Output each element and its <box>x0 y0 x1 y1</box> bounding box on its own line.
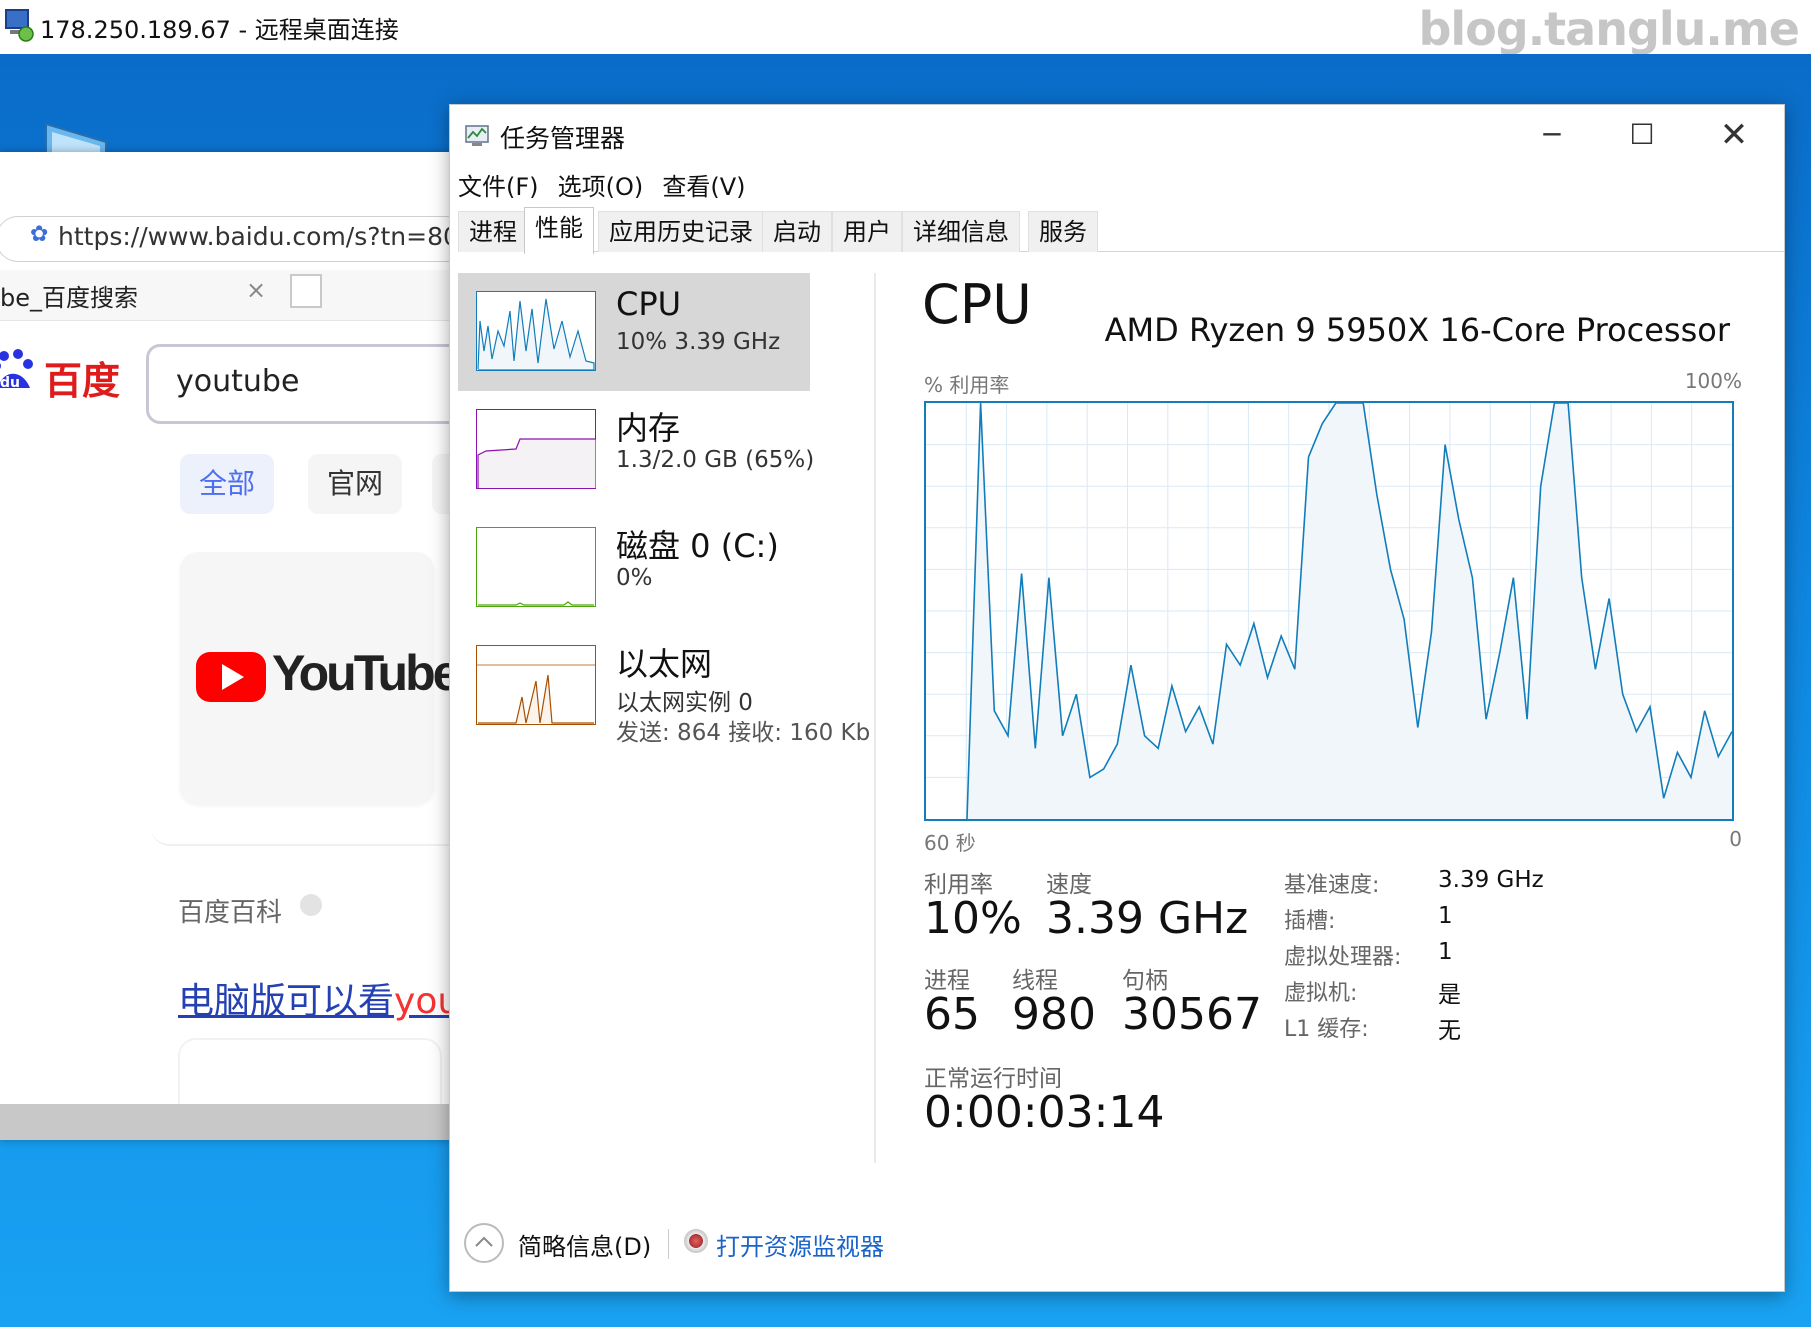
tab-performance[interactable]: 性能 <box>524 207 594 254</box>
menu-bar: 文件(F) 选项(O) 查看(V) <box>458 167 760 207</box>
tab-bar: 进程 性能 应用历史记录 启动 用户 详细信息 服务 <box>458 207 1784 254</box>
watermark: blog.tanglu.me <box>1418 2 1800 56</box>
cpu-name: CPU <box>616 285 682 323</box>
rdp-title-bar: 178.250.189.67 - 远程桌面连接 blog.tanglu.me <box>0 0 1811 56</box>
remote-desktop-icon <box>5 9 34 42</box>
window-title: 任务管理器 <box>500 124 626 153</box>
cpu-thumbnail <box>476 291 596 371</box>
cpu-summary: 10% 3.39 GHz <box>616 329 781 355</box>
horizontal-scrollbar[interactable] <box>0 1104 452 1140</box>
ethernet-name: 以太网 <box>616 645 713 683</box>
resource-cpu[interactable]: CPU 10% 3.39 GHz <box>458 273 810 391</box>
memory-summary: 1.3/2.0 GB (65%) <box>616 447 815 473</box>
uptime-value: 0:00:03:14 <box>924 1087 1165 1138</box>
minimize-button[interactable]: ─ <box>1522 113 1582 157</box>
resource-memory[interactable]: 内存 1.3/2.0 GB (65%) <box>458 391 814 509</box>
pane-divider[interactable] <box>874 273 876 1163</box>
graph-y-label: % 利用率 <box>924 373 1010 397</box>
spec-key: 虚拟机: <box>1284 981 1358 1006</box>
tab-app-history[interactable]: 应用历史记录 <box>598 211 764 252</box>
spec-value: 1 <box>1438 939 1453 965</box>
address-url[interactable]: https://www.baidu.com/s?tn=8003 <box>58 222 452 251</box>
footer-divider <box>668 1229 669 1259</box>
baike-info-icon <box>300 894 322 916</box>
resource-monitor-icon <box>684 1229 708 1253</box>
browser-tab-title[interactable]: be_百度搜索 <box>0 278 138 313</box>
tab-details[interactable]: 详细信息 <box>902 211 1020 252</box>
graph-x-left: 60 秒 <box>924 831 976 855</box>
spec-value: 1 <box>1438 903 1453 929</box>
search-query[interactable]: youtube <box>176 364 299 399</box>
cpu-model: AMD Ryzen 9 5950X 16-Core Processor <box>1104 311 1730 349</box>
task-manager-window: 任务管理器 ─ ☐ ✕ 文件(F) 选项(O) 查看(V) 进程 性能 应用历史… <box>449 104 1785 1292</box>
menu-view[interactable]: 查看(V) <box>662 167 745 202</box>
speed-value: 3.39 GHz <box>1046 893 1249 944</box>
spec-key: 基准速度: <box>1284 873 1380 898</box>
maximize-button[interactable]: ☐ <box>1612 113 1672 157</box>
tab-all[interactable]: 全部 <box>180 454 274 514</box>
ethernet-throughput: 发送: 864 接收: 160 Kb <box>616 720 871 746</box>
graph-y-max: 100% <box>1684 369 1742 393</box>
menu-options[interactable]: 选项(O) <box>558 167 644 202</box>
spec-key: 插槽: <box>1284 909 1336 934</box>
cpu-heading: CPU <box>922 273 1032 336</box>
open-resource-monitor-link[interactable]: 打开资源监视器 <box>716 1227 884 1262</box>
baidu-paw-icon: ✿ <box>30 222 49 247</box>
tab-startup[interactable]: 启动 <box>762 211 832 252</box>
new-tab-icon[interactable] <box>290 274 322 308</box>
result-link[interactable]: 电脑版可以看you <box>178 972 452 1024</box>
menu-file[interactable]: 文件(F) <box>458 167 539 202</box>
play-triangle-icon <box>222 664 244 690</box>
tab-close-icon[interactable]: × <box>246 276 266 304</box>
baidu-paw-glyph: du <box>0 375 20 391</box>
memory-thumbnail <box>476 409 596 489</box>
baidu-logo[interactable]: 百度 <box>44 350 120 405</box>
cpu-usage-graph <box>924 401 1734 821</box>
result-link-text[interactable]: 电脑版可以看 <box>178 981 394 1022</box>
result-link-highlight[interactable]: you <box>394 981 452 1022</box>
threads-value: 980 <box>1012 989 1096 1040</box>
tab-users[interactable]: 用户 <box>832 211 902 252</box>
rdp-window-title: 178.250.189.67 - 远程桌面连接 <box>40 16 399 44</box>
tab-processes[interactable]: 进程 <box>458 211 528 252</box>
chevron-up-icon[interactable] <box>464 1223 504 1263</box>
resource-disk[interactable]: 磁盘 0 (C:) 0% <box>458 509 810 627</box>
card-divider <box>150 804 452 846</box>
graph-x-right: 0 <box>1729 827 1742 851</box>
spec-key: 虚拟处理器: <box>1284 945 1402 970</box>
tab-services[interactable]: 服务 <box>1028 211 1098 252</box>
disk-name: 磁盘 0 (C:) <box>616 527 779 565</box>
ethernet-thumbnail <box>476 645 596 725</box>
processes-value: 65 <box>924 989 980 1040</box>
fewer-details-button[interactable]: 简略信息(D) <box>518 1227 651 1262</box>
browser-window: ✿ https://www.baidu.com/s?tn=8003 be_百度搜… <box>0 152 452 1140</box>
utilization-value: 10% <box>924 893 1022 944</box>
close-button[interactable]: ✕ <box>1704 113 1764 157</box>
ethernet-adapter: 以太网实例 0 <box>616 690 753 716</box>
spec-value: 无 <box>1438 1018 1461 1044</box>
tab-official[interactable]: 官网 <box>308 454 402 514</box>
handles-value: 30567 <box>1122 989 1262 1040</box>
youtube-wordmark: YouTube <box>272 645 452 701</box>
memory-name: 内存 <box>616 409 681 447</box>
baike-label[interactable]: 百度百科 <box>178 892 282 929</box>
disk-summary: 0% <box>616 565 653 591</box>
spec-key: L1 缓存: <box>1284 1017 1369 1042</box>
spec-value: 3.39 GHz <box>1438 867 1544 893</box>
baidu-logo-paw: du <box>0 349 33 391</box>
resource-ethernet[interactable]: 以太网 以太网实例 0 发送: 864 接收: 160 Kb <box>458 627 870 746</box>
task-manager-icon <box>465 125 489 146</box>
spec-value: 是 <box>1438 982 1461 1008</box>
disk-thumbnail <box>476 527 596 607</box>
